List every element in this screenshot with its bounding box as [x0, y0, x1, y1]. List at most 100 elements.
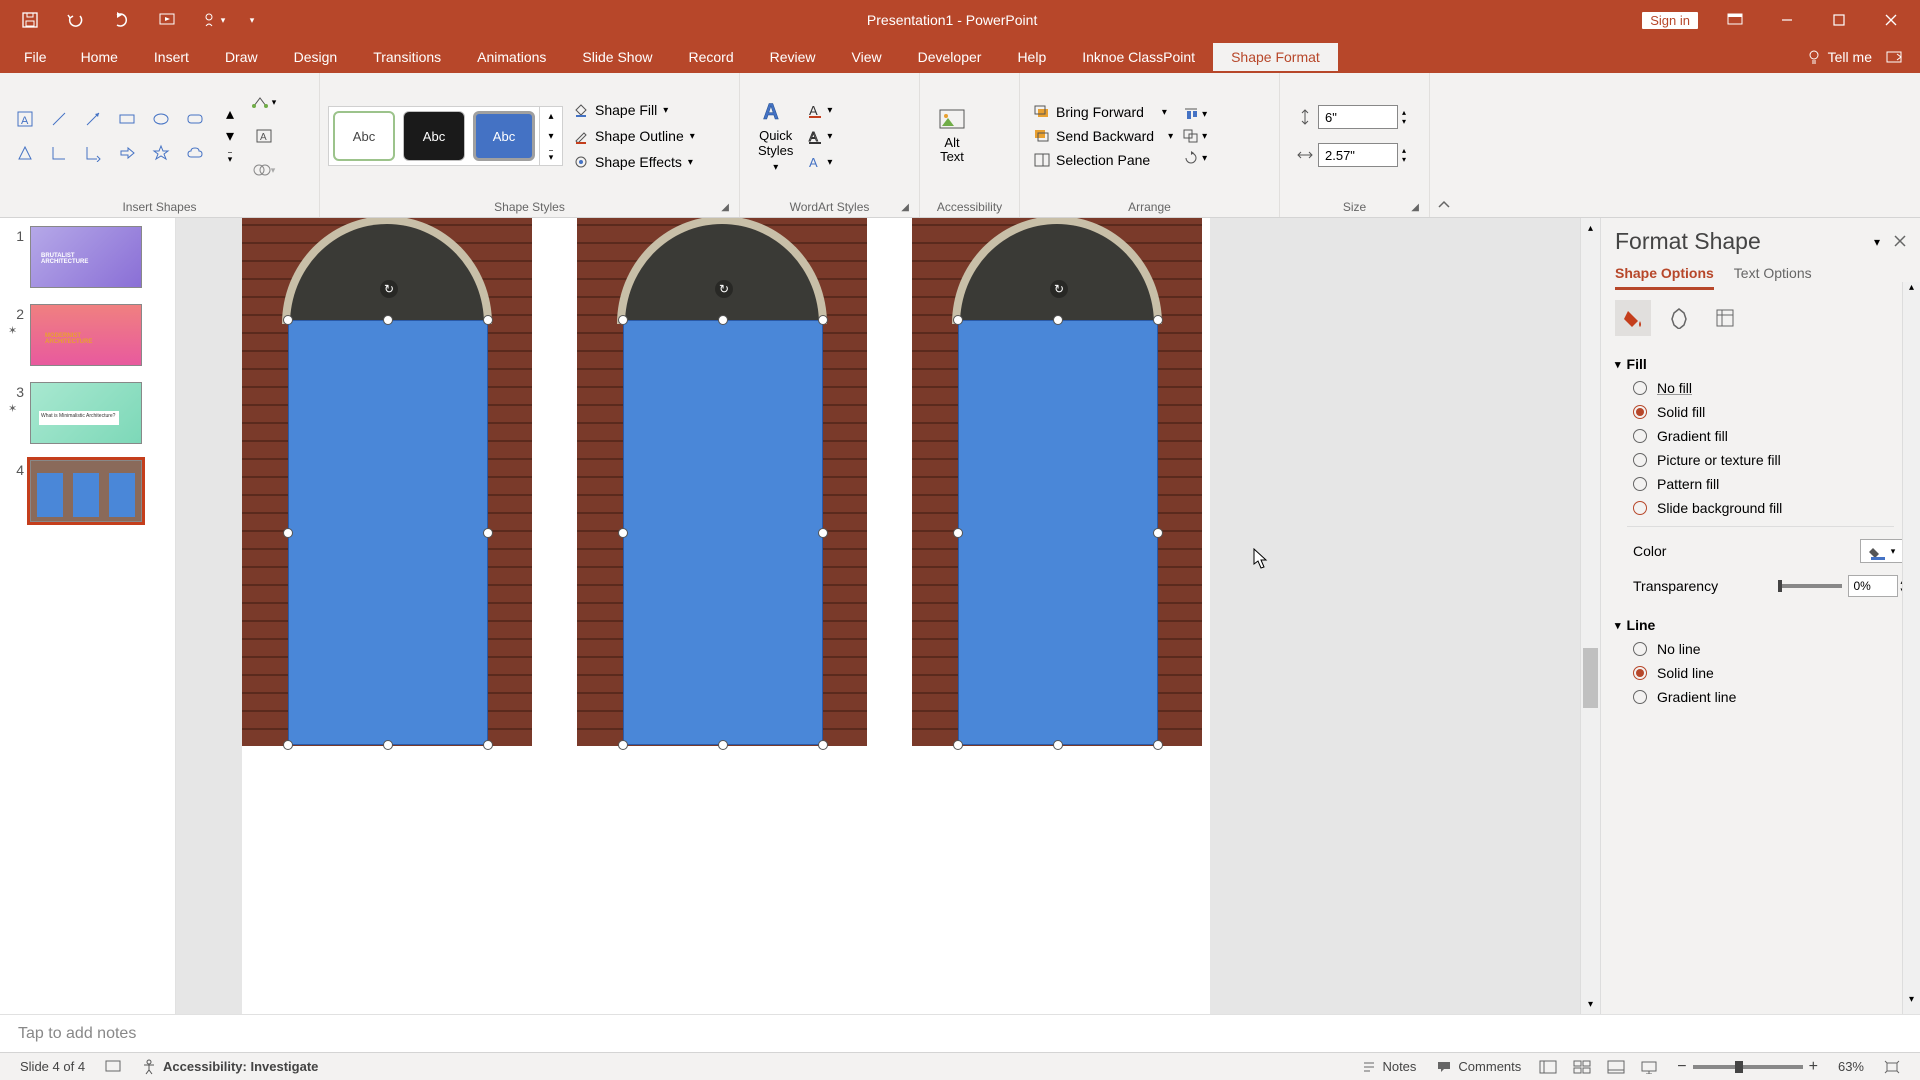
quick-styles-button[interactable]: A Quick Styles ▾ — [748, 95, 803, 177]
solid-line-radio[interactable]: Solid line — [1615, 661, 1906, 685]
style-preset-2[interactable]: Abc — [403, 111, 465, 161]
rotate-handle[interactable]: ↻ — [380, 280, 398, 298]
fill-line-tab-icon[interactable] — [1615, 300, 1651, 336]
resize-handle[interactable] — [283, 740, 293, 750]
gallery-more-button[interactable]: ▾ — [216, 149, 244, 167]
notes-area[interactable]: Tap to add notes — [0, 1014, 1920, 1052]
share-button[interactable] — [1886, 49, 1912, 65]
resize-handle[interactable] — [283, 528, 293, 538]
slideshow-view-button[interactable] — [1633, 1055, 1667, 1079]
resize-handle[interactable] — [953, 740, 963, 750]
rounded-rect-shape-icon[interactable] — [178, 102, 212, 136]
height-up[interactable]: ▴ — [1402, 108, 1406, 117]
fit-to-window-button[interactable] — [1874, 1060, 1910, 1074]
resize-handle[interactable] — [618, 528, 628, 538]
elbow-arrow-shape-icon[interactable] — [76, 136, 110, 170]
cloud-shape-icon[interactable] — [178, 136, 212, 170]
resize-handle[interactable] — [1153, 315, 1163, 325]
insert-tab[interactable]: Insert — [136, 43, 207, 71]
resize-handle[interactable] — [383, 740, 393, 750]
shape-rect-1[interactable] — [288, 320, 488, 745]
slideshow-from-start-button[interactable] — [150, 6, 186, 34]
slide-thumbnail-3[interactable]: What is Minimalistic Architecture? — [30, 382, 142, 444]
fill-section-header[interactable]: ▾ Fill — [1615, 352, 1906, 376]
rotate-handle[interactable]: ↻ — [715, 280, 733, 298]
scroll-thumb[interactable] — [1583, 648, 1598, 708]
text-outline-button[interactable]: A▾ — [807, 128, 832, 144]
resize-handle[interactable] — [483, 528, 493, 538]
gallery-down-button[interactable]: ▾ — [216, 127, 244, 145]
transparency-input[interactable]: 0% — [1848, 575, 1898, 597]
slide-thumbnail-4[interactable] — [30, 460, 142, 522]
textbox-shape-icon[interactable]: A — [8, 102, 42, 136]
shapes-gallery[interactable]: A — [8, 102, 212, 170]
slide-thumbnail-1[interactable]: BRUTALISTARCHITECTURE — [30, 226, 142, 288]
merge-shapes-button[interactable]: ▾ — [250, 157, 278, 183]
home-tab[interactable]: Home — [63, 43, 136, 71]
text-options-tab[interactable]: Text Options — [1734, 261, 1812, 290]
line-shape-icon[interactable] — [42, 102, 76, 136]
ribbon-display-options-button[interactable] — [1712, 5, 1758, 35]
resize-handle[interactable] — [818, 315, 828, 325]
gallery-up-button[interactable]: ▴ — [216, 105, 244, 123]
resize-handle[interactable] — [1053, 315, 1063, 325]
rotate-handle[interactable]: ↻ — [1050, 280, 1068, 298]
zoom-slider[interactable] — [1693, 1065, 1803, 1069]
reading-view-button[interactable] — [1599, 1055, 1633, 1079]
send-backward-button[interactable]: Send Backward▾ — [1034, 128, 1173, 144]
line-section-header[interactable]: ▾ Line — [1615, 613, 1906, 637]
solid-fill-radio[interactable]: Solid fill — [1615, 400, 1906, 424]
resize-handle[interactable] — [618, 315, 628, 325]
resize-handle[interactable] — [953, 528, 963, 538]
zoom-out-button[interactable]: − — [1677, 1058, 1686, 1076]
slide-bg-fill-radio[interactable]: Slide background fill — [1615, 496, 1906, 520]
style-more-button[interactable]: ▾ — [540, 147, 562, 165]
resize-handle[interactable] — [1153, 528, 1163, 538]
fill-color-picker[interactable]: ▾ — [1860, 539, 1904, 563]
undo-button[interactable] — [58, 6, 94, 34]
effects-tab-icon[interactable] — [1661, 300, 1697, 336]
save-button[interactable] — [12, 6, 48, 34]
elbow-shape-icon[interactable] — [42, 136, 76, 170]
resize-handle[interactable] — [483, 740, 493, 750]
pane-options-button[interactable]: ▾ — [1874, 235, 1880, 249]
animations-tab[interactable]: Animations — [459, 43, 564, 71]
height-down[interactable]: ▾ — [1402, 117, 1406, 126]
scroll-track[interactable] — [1581, 238, 1600, 994]
arrow-line-shape-icon[interactable] — [76, 102, 110, 136]
design-tab[interactable]: Design — [276, 43, 356, 71]
pane-close-button[interactable] — [1894, 235, 1906, 249]
shape-format-tab[interactable]: Shape Format — [1213, 43, 1338, 71]
slideshow-tab[interactable]: Slide Show — [564, 43, 670, 71]
edit-shape-button[interactable]: ▾ — [250, 89, 278, 115]
resize-handle[interactable] — [1053, 740, 1063, 750]
pane-scroll-down[interactable]: ▾ — [1903, 994, 1920, 1014]
style-down-button[interactable]: ▾ — [540, 127, 562, 145]
shape-effects-button[interactable]: Shape Effects ▾ — [573, 154, 695, 170]
shape-styles-launcher[interactable]: ◢ — [721, 202, 729, 213]
scroll-up-button[interactable]: ▴ — [1581, 218, 1600, 238]
transparency-slider[interactable] — [1778, 584, 1842, 588]
shape-outline-button[interactable]: Shape Outline ▾ — [573, 128, 695, 144]
rectangle-shape-icon[interactable] — [110, 102, 144, 136]
slide-thumbnail-2[interactable]: MODERNISTARCHITECTURE — [30, 304, 142, 366]
shape-rect-3[interactable] — [958, 320, 1158, 745]
size-launcher[interactable]: ◢ — [1411, 202, 1419, 213]
record-tab[interactable]: Record — [670, 43, 751, 71]
width-input[interactable]: 2.57" — [1318, 143, 1398, 167]
zoom-in-button[interactable]: + — [1809, 1058, 1818, 1076]
block-arrow-shape-icon[interactable] — [110, 136, 144, 170]
transitions-tab[interactable]: Transitions — [355, 43, 459, 71]
width-up[interactable]: ▴ — [1402, 146, 1406, 155]
minimize-button[interactable] — [1764, 5, 1810, 35]
text-effects-button[interactable]: A▾ — [807, 154, 832, 170]
zoom-level[interactable]: 63% — [1828, 1059, 1874, 1074]
resize-handle[interactable] — [718, 740, 728, 750]
no-line-radio[interactable]: No line — [1615, 637, 1906, 661]
size-props-tab-icon[interactable] — [1707, 300, 1743, 336]
shape-style-gallery[interactable]: Abc Abc Abc — [328, 106, 540, 166]
resize-handle[interactable] — [818, 740, 828, 750]
no-fill-radio[interactable]: No fill — [1615, 376, 1906, 400]
star-shape-icon[interactable] — [144, 136, 178, 170]
oval-shape-icon[interactable] — [144, 102, 178, 136]
